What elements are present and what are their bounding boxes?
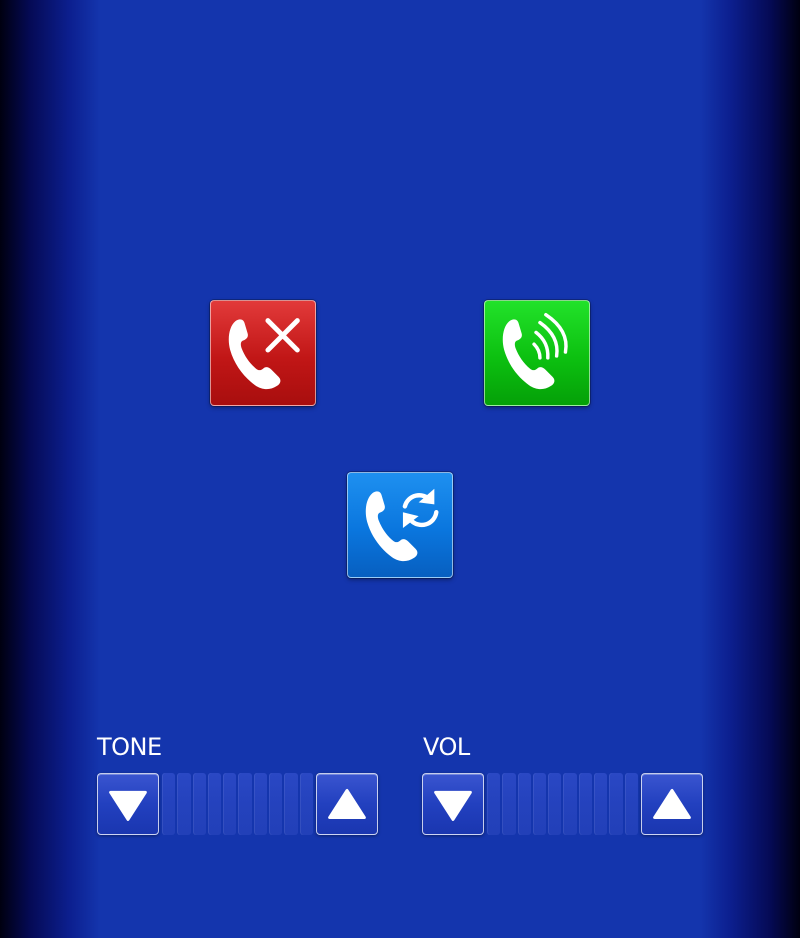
transfer-button[interactable]: [347, 472, 453, 578]
phone-ringing-icon: [502, 313, 568, 390]
tone-segment: [269, 773, 283, 835]
tone-segment: [253, 773, 268, 835]
vol-segment: [502, 773, 516, 835]
triangle-down-icon: [109, 790, 147, 821]
tone-segment: [299, 773, 313, 835]
vol-up-button[interactable]: [641, 773, 703, 835]
triangle-down-icon: [434, 790, 472, 821]
tone-level-track[interactable]: [161, 773, 314, 835]
vol-segment: [487, 773, 501, 835]
tone-label: TONE: [97, 733, 162, 761]
vol-down-button[interactable]: [422, 773, 484, 835]
tone-control: [97, 773, 378, 835]
tone-segment: [238, 773, 252, 835]
vol-segment: [594, 773, 608, 835]
phone-control-screen: TONE VOL: [0, 0, 800, 938]
vol-level-track[interactable]: [486, 773, 639, 835]
tone-segment: [162, 773, 176, 835]
vol-segment: [624, 773, 638, 835]
tone-segment: [192, 773, 206, 835]
vol-segment: [609, 773, 623, 835]
triangle-up-icon: [653, 789, 691, 819]
tone-up-button[interactable]: [316, 773, 378, 835]
vol-label: VOL: [423, 733, 470, 761]
answer-button[interactable]: [484, 300, 590, 406]
tone-segment: [177, 773, 191, 835]
vol-segment: [517, 773, 531, 835]
vol-segment: [578, 773, 593, 835]
triangle-up-icon: [328, 789, 366, 819]
phone-transfer-icon: [365, 488, 439, 562]
phone-hangup-icon: [228, 318, 300, 390]
vol-control: [422, 773, 703, 835]
tone-segment: [207, 773, 222, 835]
tone-segment: [284, 773, 298, 835]
hangup-button[interactable]: [210, 300, 316, 406]
vol-segment: [563, 773, 577, 835]
vol-segment: [532, 773, 547, 835]
vol-segment: [548, 773, 562, 835]
tone-segment: [223, 773, 237, 835]
tone-down-button[interactable]: [97, 773, 159, 835]
